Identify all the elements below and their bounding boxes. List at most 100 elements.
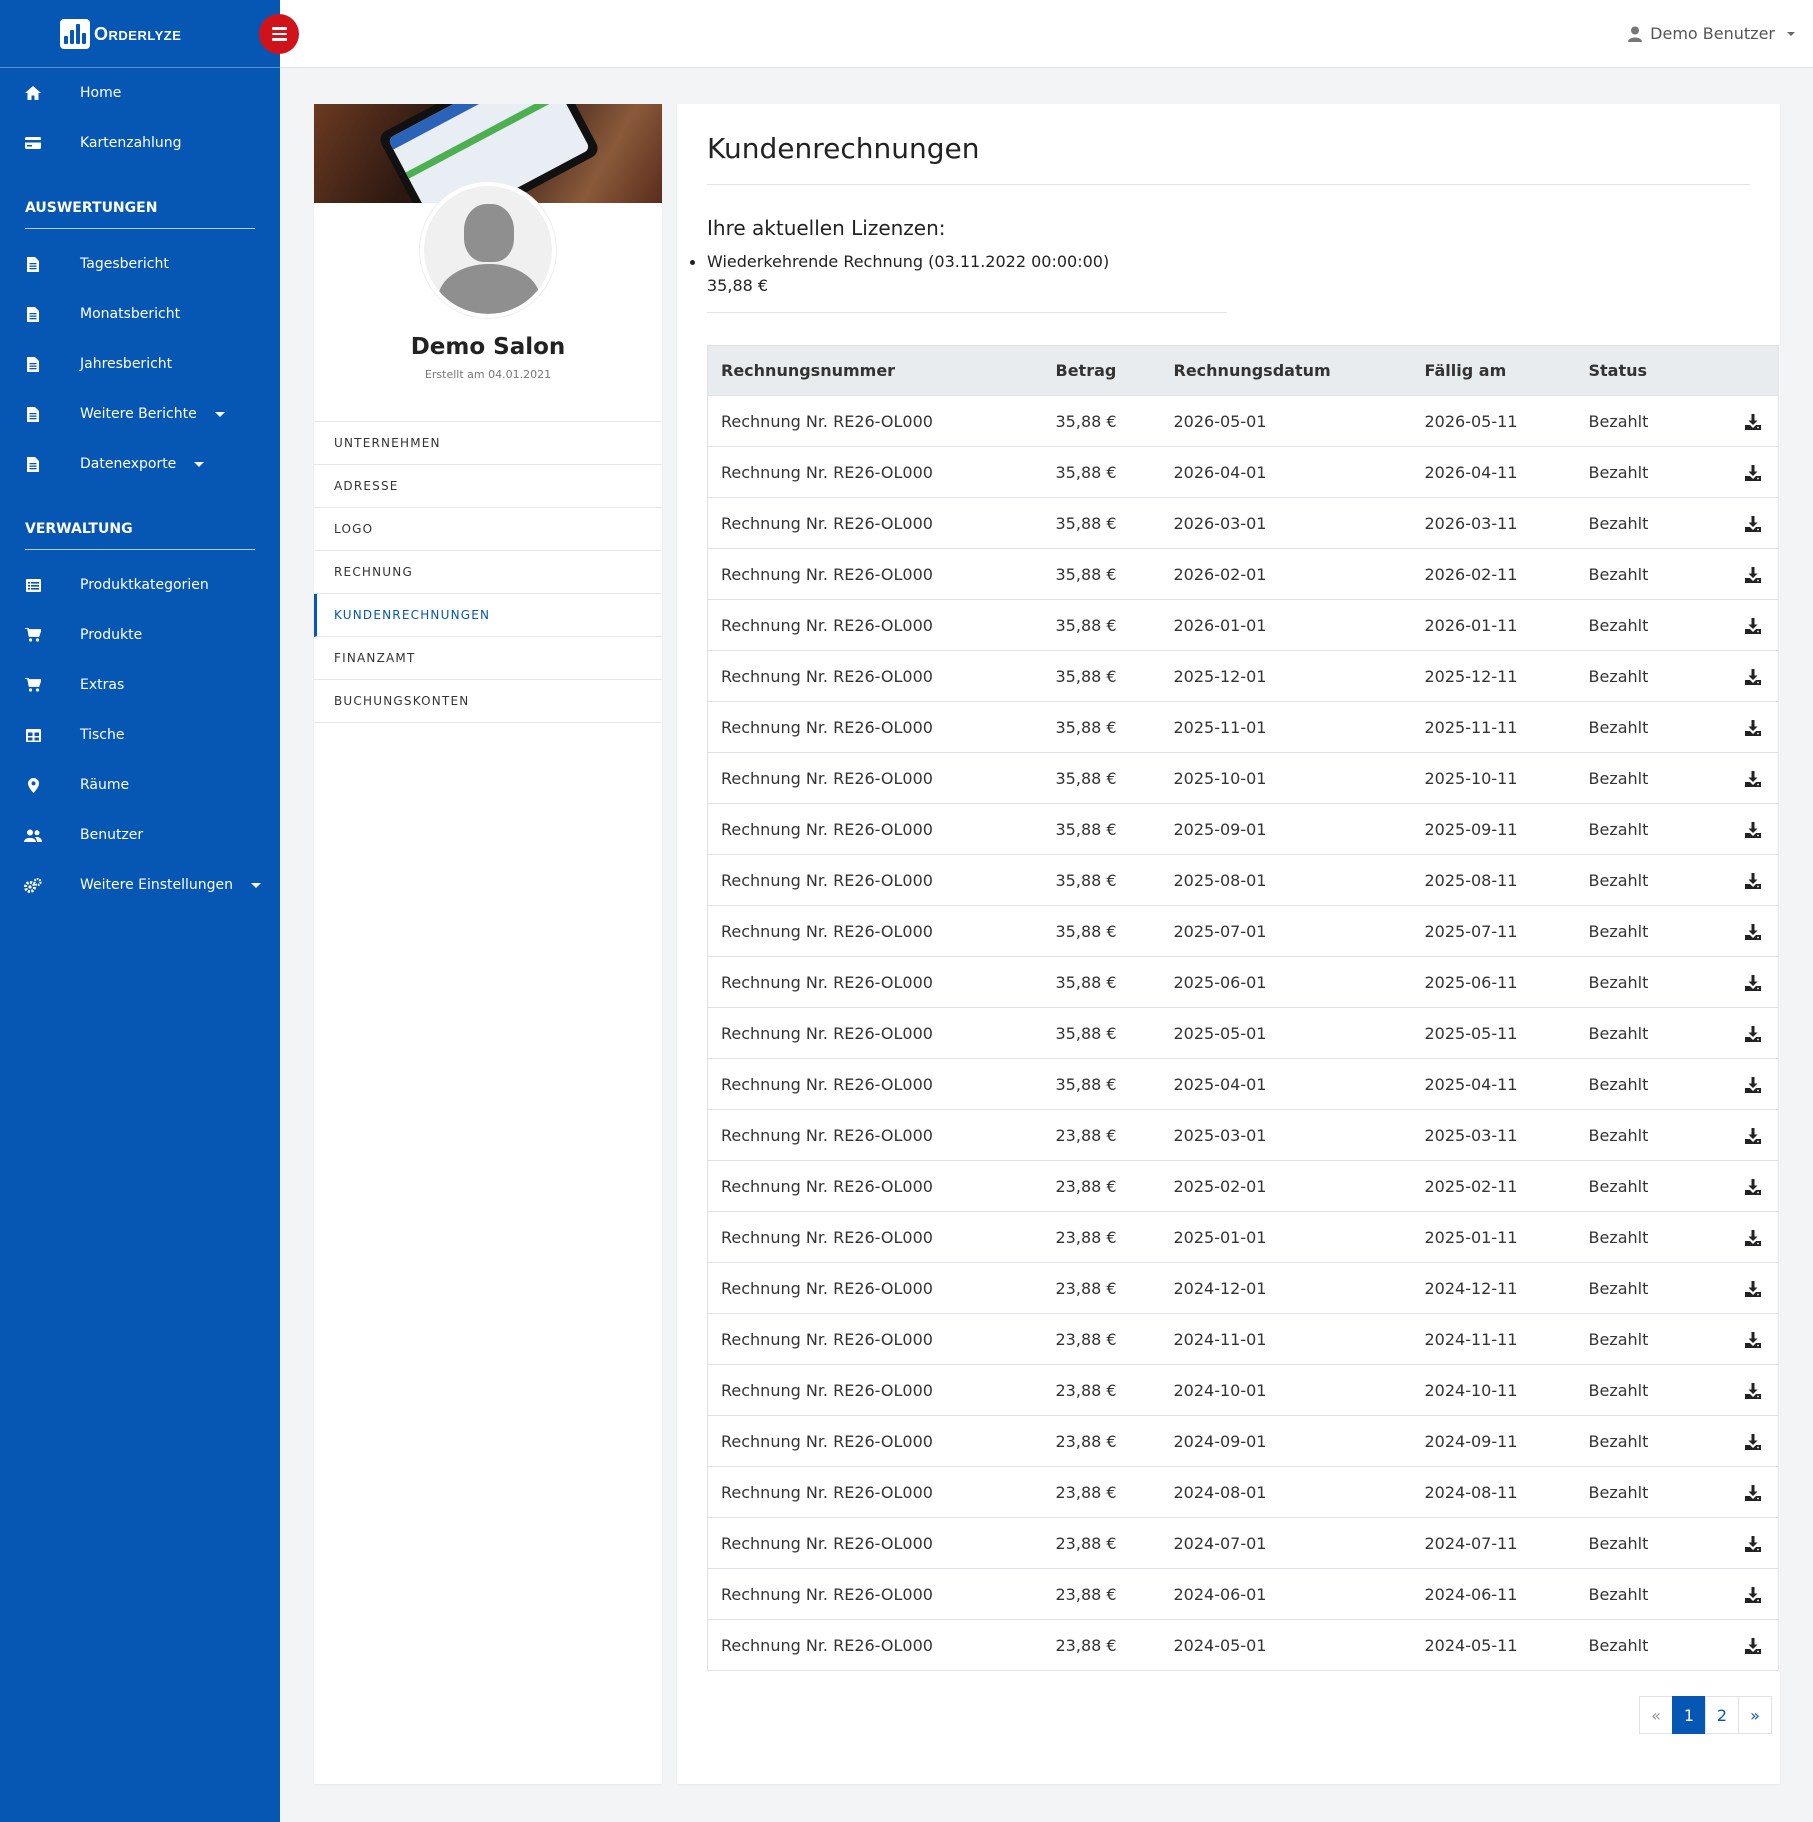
col-header-due[interactable]: Fällig am xyxy=(1411,345,1576,396)
download-icon[interactable] xyxy=(1745,1179,1761,1195)
download-icon[interactable] xyxy=(1745,1128,1761,1144)
menu-toggle-button[interactable] xyxy=(259,14,299,54)
download-icon[interactable] xyxy=(1745,1077,1761,1093)
invoice-status: Bezahlt xyxy=(1575,1160,1726,1212)
download-icon[interactable] xyxy=(1745,1434,1761,1450)
pagination-page-1[interactable]: 1 xyxy=(1672,1696,1706,1734)
profile-menu-logo[interactable]: LOGO xyxy=(314,508,662,551)
table-row: Rechnung Nr. RE26-OL000 35,88 €2026-05-01… xyxy=(707,395,1779,447)
invoice-number: Rechnung Nr. RE26-OL000 xyxy=(707,956,1043,1008)
gears-icon xyxy=(24,876,42,894)
invoice-date: 2026-01-01 xyxy=(1160,599,1412,651)
download-icon[interactable] xyxy=(1745,873,1761,889)
download-icon[interactable] xyxy=(1745,1485,1761,1501)
invoice-due: 2025-10-11 xyxy=(1411,752,1576,804)
pagination-prev[interactable]: « xyxy=(1639,1696,1673,1734)
invoice-status: Bezahlt xyxy=(1575,1415,1726,1467)
pagination-next[interactable]: » xyxy=(1738,1696,1772,1734)
brand-name: Orderlyze xyxy=(94,23,182,44)
download-icon[interactable] xyxy=(1745,1281,1761,1297)
col-header-date[interactable]: Rechnungsdatum xyxy=(1160,345,1412,396)
download-icon[interactable] xyxy=(1745,516,1761,532)
invoice-due: 2024-07-11 xyxy=(1411,1517,1576,1569)
download-icon[interactable] xyxy=(1745,720,1761,736)
user-menu[interactable]: Demo Benutzer xyxy=(1628,24,1795,43)
sidebar-item-label: Tische xyxy=(80,727,125,743)
profile-menu-buchungskonten[interactable]: BUCHUNGSKONTEN xyxy=(314,680,662,723)
invoice-amount: 35,88 € xyxy=(1042,446,1161,498)
download-icon[interactable] xyxy=(1745,822,1761,838)
download-icon[interactable] xyxy=(1745,1587,1761,1603)
download-icon[interactable] xyxy=(1745,414,1761,430)
download-icon[interactable] xyxy=(1745,1332,1761,1348)
table-row: Rechnung Nr. RE26-OL000 35,88 €2025-10-01… xyxy=(707,752,1779,804)
profile-menu-finanzamt[interactable]: FINANZAMT xyxy=(314,637,662,680)
invoice-status: Bezahlt xyxy=(1575,395,1726,447)
table-row: Rechnung Nr. RE26-OL000 23,88 €2025-01-01… xyxy=(707,1211,1779,1263)
sidebar-item-extras[interactable]: Extras xyxy=(0,660,280,710)
invoice-amount: 23,88 € xyxy=(1042,1466,1161,1518)
sidebar-item-jahresbericht[interactable]: Jahresbericht xyxy=(0,339,280,389)
sidebar-item-kartenzahlung[interactable]: Kartenzahlung xyxy=(0,118,280,168)
sidebar-item-weitere-einstellungen[interactable]: Weitere Einstellungen xyxy=(0,860,280,910)
sidebar-item-tische[interactable]: Tische xyxy=(0,710,280,760)
download-icon[interactable] xyxy=(1745,1026,1761,1042)
download-icon[interactable] xyxy=(1745,618,1761,634)
sidebar-item-produkte[interactable]: Produkte xyxy=(0,610,280,660)
download-icon[interactable] xyxy=(1745,669,1761,685)
download-icon[interactable] xyxy=(1745,1230,1761,1246)
invoice-due: 2025-08-11 xyxy=(1411,854,1576,906)
col-header-amount[interactable]: Betrag xyxy=(1042,345,1161,396)
sidebar-item-home[interactable]: Home xyxy=(0,68,280,118)
invoice-amount: 35,88 € xyxy=(1042,548,1161,600)
profile-menu-rechnung[interactable]: RECHNUNG xyxy=(314,551,662,594)
col-header-status[interactable]: Status xyxy=(1575,345,1726,396)
download-icon[interactable] xyxy=(1745,1638,1761,1654)
download-icon[interactable] xyxy=(1745,1536,1761,1552)
file-icon xyxy=(24,405,42,423)
pagination-page-2[interactable]: 2 xyxy=(1705,1696,1739,1734)
invoice-amount: 35,88 € xyxy=(1042,752,1161,804)
sidebar-item-label: Räume xyxy=(80,777,130,793)
download-icon[interactable] xyxy=(1745,771,1761,787)
sidebar-item-label: Weitere Einstellungen xyxy=(80,877,262,893)
sidebar-item-datenexporte[interactable]: Datenexporte xyxy=(0,439,280,489)
sidebar-item-produktkategorien[interactable]: Produktkategorien xyxy=(0,560,280,610)
invoice-amount: 35,88 € xyxy=(1042,854,1161,906)
download-icon[interactable] xyxy=(1745,924,1761,940)
table-row: Rechnung Nr. RE26-OL000 23,88 €2024-06-01… xyxy=(707,1568,1779,1620)
invoice-number: Rechnung Nr. RE26-OL000 xyxy=(707,395,1043,447)
download-icon[interactable] xyxy=(1745,1383,1761,1399)
invoice-number: Rechnung Nr. RE26-OL000 xyxy=(707,1619,1043,1671)
sidebar-item-weitere-berichte[interactable]: Weitere Berichte xyxy=(0,389,280,439)
invoice-amount: 35,88 € xyxy=(1042,599,1161,651)
profile-menu-adresse[interactable]: ADRESSE xyxy=(314,465,662,508)
table-row: Rechnung Nr. RE26-OL000 35,88 €2025-05-01… xyxy=(707,1007,1779,1059)
download-cell xyxy=(1725,1160,1779,1212)
invoice-number: Rechnung Nr. RE26-OL000 xyxy=(707,1466,1043,1518)
col-header-number[interactable]: Rechnungsnummer xyxy=(707,345,1043,396)
invoice-date: 2024-12-01 xyxy=(1160,1262,1412,1314)
brand-logo[interactable]: Orderlyze xyxy=(60,19,181,49)
download-cell xyxy=(1725,1568,1779,1620)
download-icon[interactable] xyxy=(1745,975,1761,991)
invoice-number: Rechnung Nr. RE26-OL000 xyxy=(707,1364,1043,1416)
sidebar-item-räume[interactable]: Räume xyxy=(0,760,280,810)
file-icon xyxy=(24,455,42,473)
sidebar-item-label: Extras xyxy=(80,677,125,693)
download-icon[interactable] xyxy=(1745,567,1761,583)
sidebar-item-monatsbericht[interactable]: Monatsbericht xyxy=(0,289,280,339)
sidebar-header: Orderlyze xyxy=(0,0,280,68)
profile-menu-unternehmen[interactable]: UNTERNEHMEN xyxy=(314,422,662,465)
download-icon[interactable] xyxy=(1745,465,1761,481)
invoice-status: Bezahlt xyxy=(1575,497,1726,549)
invoice-status: Bezahlt xyxy=(1575,854,1726,906)
sidebar-item-benutzer[interactable]: Benutzer xyxy=(0,810,280,860)
invoice-date: 2024-11-01 xyxy=(1160,1313,1412,1365)
invoice-status: Bezahlt xyxy=(1575,905,1726,957)
invoice-number: Rechnung Nr. RE26-OL000 xyxy=(707,446,1043,498)
profile-menu-kundenrechnungen[interactable]: KUNDENRECHNUNGEN xyxy=(314,594,662,637)
sidebar-item-tagesbericht[interactable]: Tagesbericht xyxy=(0,239,280,289)
title-divider xyxy=(707,184,1750,185)
invoice-date: 2026-04-01 xyxy=(1160,446,1412,498)
